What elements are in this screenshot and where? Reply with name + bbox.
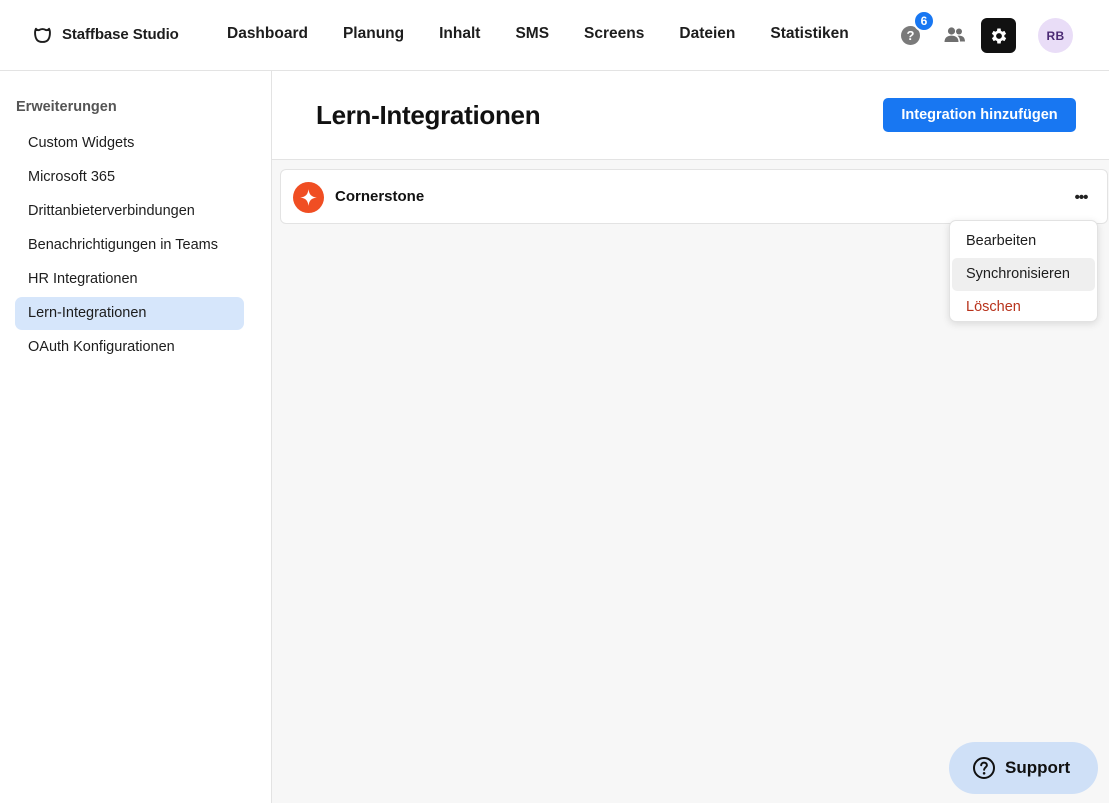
cornerstone-logo-icon: [293, 182, 324, 213]
settings-button[interactable]: [981, 18, 1016, 53]
nav-item-statistiken[interactable]: Statistiken: [770, 25, 848, 43]
help-notification-badge: 6: [913, 10, 935, 32]
support-label: Support: [1005, 758, 1071, 777]
top-navigation-bar: Staffbase Studio Dashboard Planung Inhal…: [0, 0, 1109, 71]
brand[interactable]: Staffbase Studio: [32, 24, 179, 45]
add-integration-button[interactable]: Integration hinzufügen: [883, 98, 1076, 132]
sidebar-item-custom-widgets[interactable]: Custom Widgets: [15, 127, 244, 160]
main-nav: Dashboard Planung Inhalt SMS Screens Dat…: [227, 25, 849, 43]
sidebar-item-microsoft-365[interactable]: Microsoft 365: [15, 161, 244, 194]
question-circle-icon: [973, 757, 995, 779]
more-options-button[interactable]: •••: [1069, 186, 1093, 208]
people-button[interactable]: [943, 24, 967, 46]
integration-card[interactable]: Cornerstone •••: [280, 169, 1108, 224]
nav-item-dateien[interactable]: Dateien: [679, 25, 735, 43]
sidebar-item-benachrichtigungen-in-teams[interactable]: Benachrichtigungen in Teams: [15, 229, 244, 262]
user-avatar[interactable]: RB: [1038, 18, 1073, 53]
page-header: Lern-Integrationen Integration hinzufüge…: [272, 71, 1109, 160]
staffbase-logo-icon: [34, 27, 51, 43]
question-circle-icon: ?: [906, 28, 915, 43]
nav-item-sms[interactable]: SMS: [515, 25, 549, 43]
integration-name: Cornerstone: [335, 188, 425, 205]
sidebar-heading: Erweiterungen: [16, 99, 117, 115]
menu-item-loeschen[interactable]: Löschen: [952, 291, 1095, 324]
gear-icon: [991, 28, 1006, 43]
main-content: Lern-Integrationen Integration hinzufüge…: [272, 71, 1109, 803]
more-horizontal-icon: •••: [1074, 188, 1089, 206]
context-menu: Bearbeiten Synchronisieren Löschen: [949, 220, 1098, 322]
brand-name: Staffbase Studio: [62, 26, 179, 43]
sidebar-item-lern-integrationen[interactable]: Lern-Integrationen: [15, 297, 244, 330]
support-button[interactable]: Support: [949, 742, 1098, 794]
star-burst-icon: [300, 189, 317, 206]
nav-item-planung[interactable]: Planung: [343, 25, 404, 43]
menu-item-synchronisieren[interactable]: Synchronisieren: [952, 258, 1095, 291]
nav-item-inhalt[interactable]: Inhalt: [439, 25, 480, 43]
nav-item-dashboard[interactable]: Dashboard: [227, 25, 308, 43]
sidebar-item-oauth-konfigurationen[interactable]: OAuth Konfigurationen: [15, 331, 244, 364]
page-title: Lern-Integrationen: [316, 100, 541, 130]
sidebar-item-hr-integrationen[interactable]: HR Integrationen: [15, 263, 244, 296]
menu-item-bearbeiten[interactable]: Bearbeiten: [952, 225, 1095, 258]
people-icon: [944, 27, 965, 42]
sidebar-item-drittanbieterverbindungen[interactable]: Drittanbieterverbindungen: [15, 195, 244, 228]
nav-item-screens[interactable]: Screens: [584, 25, 644, 43]
sidebar-list: Custom Widgets Microsoft 365 Drittanbiet…: [15, 127, 244, 365]
sidebar: Erweiterungen Custom Widgets Microsoft 3…: [0, 71, 272, 803]
